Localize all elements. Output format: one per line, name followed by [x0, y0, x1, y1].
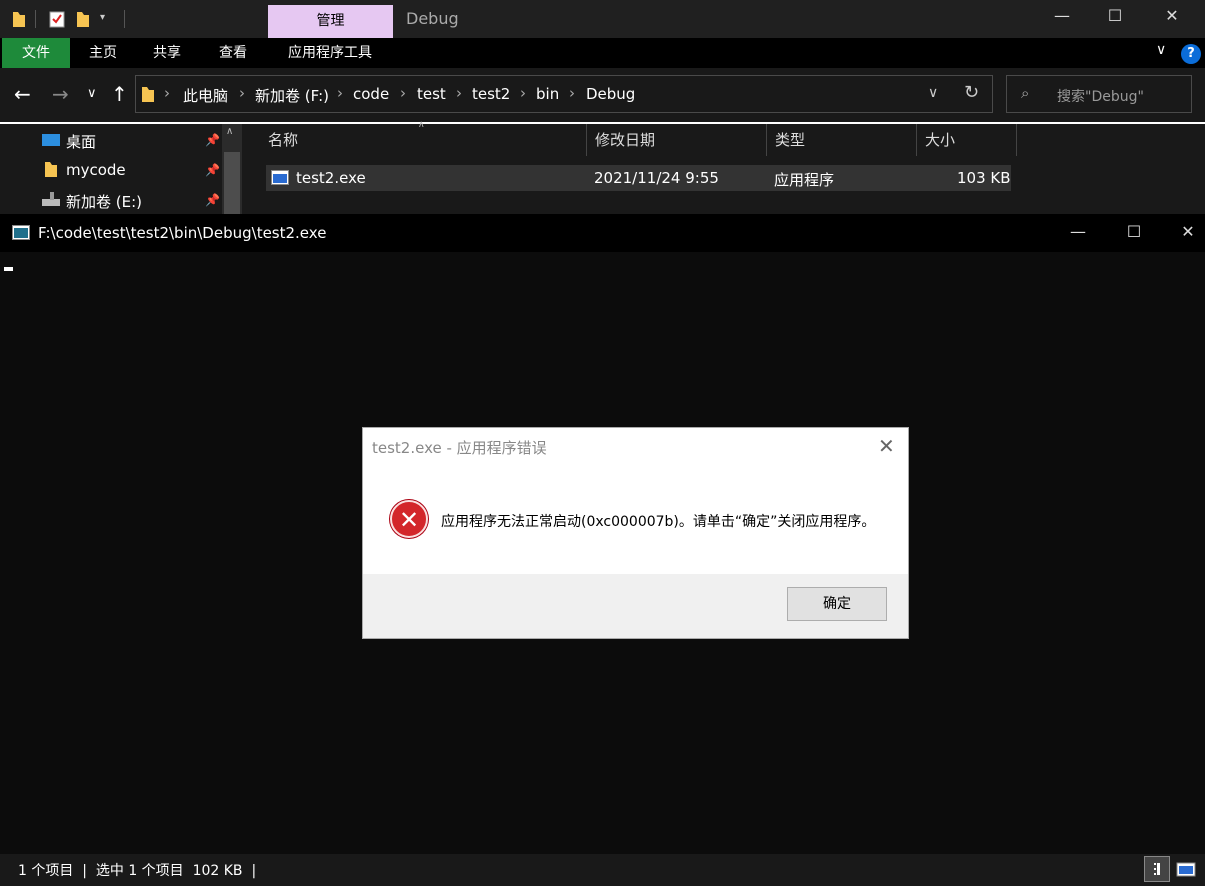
search-box[interactable]: ⌕ 搜索"Debug" [1006, 75, 1192, 113]
tab-file[interactable]: 文件 [2, 38, 70, 68]
file-row[interactable]: test2.exe 2021/11/24 9:55 应用程序 103 KB [266, 165, 1011, 191]
breadcrumb-test[interactable]: test [417, 85, 446, 103]
close-button[interactable]: ✕ [1152, 6, 1192, 25]
nav-item-drive-e[interactable]: 新加卷 (E:) [66, 191, 142, 212]
details-view-button[interactable] [1144, 856, 1170, 882]
ok-button[interactable]: 确定 [787, 587, 887, 621]
exe-file-icon [271, 170, 289, 189]
large-icons-view-button[interactable] [1173, 856, 1199, 882]
breadcrumb-debug[interactable]: Debug [586, 85, 635, 103]
folder-icon [44, 160, 58, 182]
up-arrow-icon[interactable]: ↑ [111, 82, 128, 106]
tab-application-tools[interactable]: 应用程序工具 [272, 38, 388, 68]
column-header-modified[interactable]: 修改日期 [587, 124, 767, 156]
console-minimize-button[interactable]: — [1058, 222, 1098, 241]
folder-icon[interactable] [12, 10, 26, 32]
search-icon: ⌕ [1021, 84, 1030, 102]
dialog-message: 应用程序无法正常启动(0xc000007b)。请单击“确定”关闭应用程序。 [441, 514, 876, 530]
breadcrumb-test2[interactable]: test2 [472, 85, 510, 103]
address-bar[interactable]: › 此电脑 › 新加卷 (F:) › code › test › test2 ›… [135, 75, 993, 113]
toolbar-separator [124, 10, 125, 28]
status-text: 1 个项目 | 选中 1 个项目 102 KB | [18, 863, 257, 879]
console-close-button[interactable]: ✕ [1172, 222, 1204, 241]
new-folder-icon[interactable] [76, 10, 90, 32]
console-maximize-button[interactable]: ☐ [1114, 222, 1154, 241]
nav-item-mycode[interactable]: mycode [66, 161, 126, 179]
tab-share[interactable]: 共享 [140, 38, 194, 68]
minimize-button[interactable]: — [1042, 6, 1082, 25]
breadcrumb-bin[interactable]: bin [536, 85, 559, 103]
folder-icon [141, 85, 155, 107]
pin-icon[interactable]: 📌 [205, 163, 220, 177]
breadcrumb-this-pc[interactable]: 此电脑 [183, 85, 228, 106]
console-cursor [4, 267, 13, 271]
explorer-titlebar [0, 0, 1205, 38]
column-header-name[interactable]: 名称 [260, 124, 587, 156]
properties-icon[interactable] [49, 10, 65, 32]
nav-item-desktop[interactable]: 桌面 [66, 131, 96, 152]
recent-locations-icon[interactable]: ∨ [87, 86, 97, 101]
breadcrumb-drive-f[interactable]: 新加卷 (F:) [255, 85, 329, 106]
tab-view[interactable]: 查看 [206, 38, 260, 68]
file-size: 103 KB [957, 169, 1011, 187]
refresh-icon[interactable]: ↻ [964, 82, 979, 103]
tab-home[interactable]: 主页 [76, 38, 130, 68]
tab-manage[interactable]: 管理 [268, 5, 393, 38]
search-placeholder: 搜索"Debug" [1057, 89, 1144, 105]
help-icon[interactable]: ? [1181, 44, 1201, 64]
desktop-icon [42, 133, 60, 151]
dialog-title: test2.exe - 应用程序错误 [372, 439, 547, 457]
drive-icon [41, 191, 61, 211]
customize-toolbar-icon[interactable]: ▾ [100, 12, 105, 23]
console-title: F:\code\test\test2\bin\Debug\test2.exe [38, 224, 327, 242]
address-dropdown-icon[interactable]: ∨ [928, 85, 938, 101]
file-modified: 2021/11/24 9:55 [594, 169, 719, 187]
nav-scrollbar-thumb[interactable] [224, 152, 240, 216]
file-type: 应用程序 [774, 171, 835, 189]
expand-ribbon-icon[interactable]: ∨ [1156, 42, 1166, 58]
scroll-up-icon[interactable]: ∧ [226, 126, 233, 137]
file-name: test2.exe [296, 169, 366, 187]
ribbon-tabs: 文件 主页 共享 查看 应用程序工具 [0, 38, 1205, 68]
column-header-type[interactable]: 类型 [767, 124, 917, 156]
toolbar-separator [35, 10, 36, 28]
error-icon: ✕ [390, 500, 428, 538]
column-header-size[interactable]: 大小 [917, 124, 1017, 156]
dialog-close-icon[interactable]: ✕ [878, 434, 895, 458]
pin-icon[interactable]: 📌 [205, 193, 220, 207]
breadcrumb-code[interactable]: code [353, 85, 389, 103]
maximize-button[interactable]: ☐ [1095, 6, 1135, 25]
pin-icon[interactable]: 📌 [205, 133, 220, 147]
back-arrow-icon[interactable]: ← [14, 82, 31, 106]
forward-arrow-icon[interactable]: → [52, 82, 69, 106]
window-title: Debug [406, 9, 459, 28]
console-app-icon [12, 225, 30, 244]
